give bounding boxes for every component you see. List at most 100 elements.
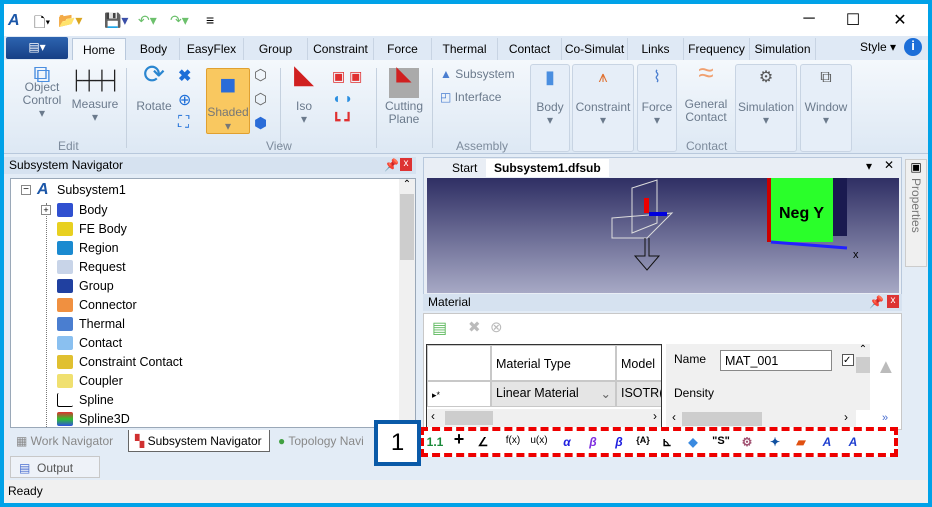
hidden-line-icon[interactable]: ⬡ [254,90,267,108]
tab-links[interactable]: Links [628,38,684,60]
close-doc-icon[interactable]: ✕ [884,158,894,172]
close-panel-icon[interactable]: x [887,295,899,308]
tab-easyflex[interactable]: EasyFlex [180,38,244,60]
new-file-icon[interactable]: 🗋▾ [34,12,50,36]
grid-hscrollbar[interactable]: ‹ › [427,409,661,427]
tool-plus-icon[interactable]: + [448,429,470,450]
scroll-thumb[interactable] [682,412,762,426]
tool-fx-icon[interactable]: f(x) [502,435,524,446]
iso-button[interactable]: ◣ Iso ▾ [288,61,320,126]
tab-frequency[interactable]: Frequency [684,38,750,60]
tab-simulation[interactable]: Simulation [750,38,816,60]
tool-beta-dot-icon[interactable]: β [582,435,604,449]
force-dropdown[interactable]: ⌇ Force ▾ [637,64,677,152]
tree-root-subsystem1[interactable]: Subsystem1 [57,183,126,197]
shaded-edges-icon[interactable]: ⬢ [254,114,267,132]
scroll-right-icon[interactable]: › [653,409,657,423]
tab-contact[interactable]: Contact [498,38,562,60]
customize-icon[interactable]: ≡ [206,12,214,28]
scroll-right-icon[interactable]: › [844,410,848,424]
info-icon[interactable]: i [904,38,922,56]
more-icon[interactable]: » [882,412,888,424]
tool-layers-icon[interactable]: ▰ [790,435,812,449]
column-header-model[interactable]: Model [616,345,661,381]
tool-matrix-icon[interactable]: {A} [632,435,654,445]
add-material-icon[interactable]: ▤ [432,318,447,338]
tab-list-icon[interactable]: ▾ [866,159,872,173]
tab-home[interactable]: Home [72,38,126,60]
collapse-icon[interactable]: − [21,185,31,195]
tab-group[interactable]: Group [244,38,308,60]
3d-viewport[interactable]: Neg Y x [427,178,899,293]
tree-scrollbar[interactable]: ⌃ [399,179,415,427]
move-up-icon[interactable]: ▲ [876,356,896,379]
tab-body[interactable]: Body [128,38,180,60]
pin-icon[interactable]: 📌 [869,295,884,309]
body-dropdown[interactable]: ▮ Body ▾ [530,64,570,152]
tab-start[interactable]: Start [444,160,485,176]
tab-co-simulation[interactable]: Co-Simulat [562,38,628,60]
tool-1-1-icon[interactable]: 1.1 [424,435,446,449]
output-tab[interactable]: ▤ Output [10,456,100,478]
measure-button[interactable]: ├┼┼┤ Measure ▾ [70,68,121,124]
name-input[interactable] [720,350,832,371]
checkbox[interactable]: ✓ [842,354,854,366]
wireframe-icon[interactable]: ⬡ [254,66,267,84]
pin-icon[interactable]: 📌 [384,158,399,172]
zoom-icon[interactable]: ⊕ [178,90,191,110]
object-control-button[interactable]: ⧉ Object Control ▾ [18,63,66,120]
fit-icon[interactable]: ✖ [178,66,191,86]
cutting-plane-button[interactable]: ◣ Cutting Plane [380,64,428,126]
view-front-icon[interactable]: ▣ ▣ [332,68,362,85]
tool-body-icon[interactable]: ✦ [764,435,786,449]
tab-subsystem-navigator[interactable]: ▚ Subsystem Navigator [128,430,270,452]
model-cell[interactable]: ISOTR( [616,381,661,407]
constraint-dropdown[interactable]: ⩚ Constraint ▾ [572,64,634,152]
scroll-thumb[interactable] [856,357,870,373]
column-header-material-type[interactable]: Material Type [491,345,616,381]
delete-icon[interactable]: ✖ [468,318,481,336]
close-button[interactable]: ✕ [885,10,915,30]
tool-angle-icon[interactable]: ∠ [472,435,494,449]
form-hscrollbar[interactable]: ‹ › [666,410,856,428]
tool-spline-icon[interactable]: ⊾ [656,435,678,449]
file-menu-button[interactable]: ▤▾ [6,37,68,59]
material-type-select[interactable]: Linear Material ⌄ [491,381,616,407]
tab-work-navigator[interactable]: ▦ Work Navigator [10,430,119,452]
scroll-up-icon[interactable]: ⌃ [399,179,415,190]
view-bottom-icon[interactable]: ┗ ┛ [332,112,353,129]
simulation-dropdown[interactable]: ⚙ Simulation ▾ [735,64,797,152]
general-contact-button[interactable]: ≈ General Contact [682,59,730,124]
expand-icon[interactable]: + [41,205,51,215]
tool-string-icon[interactable]: "S" [710,435,732,447]
tool-ux-icon[interactable]: u(x) [528,435,550,446]
tool-beta-icon[interactable]: β [608,435,630,449]
form-vscrollbar[interactable]: ⌃ [856,344,870,410]
tab-thermal[interactable]: Thermal [432,38,498,60]
tab-topology-navigator[interactable]: ● Topology Navi [272,430,370,452]
tool-a-red-icon[interactable]: A [816,435,838,449]
tool-settings-icon[interactable]: ⚙ [736,435,758,449]
style-menu[interactable]: Style ▾ [860,40,896,54]
clear-icon[interactable]: ⊗ [490,318,503,336]
undo-icon[interactable]: ↶▾ [138,12,157,29]
rotate-button[interactable]: ⟳ Rotate [134,61,174,113]
subsystem-button[interactable]: ▲ Subsystem [440,68,515,81]
save-icon[interactable]: 💾▾ [104,12,128,29]
scroll-left-icon[interactable]: ‹ [672,410,676,424]
tool-a-green-icon[interactable]: A [842,435,864,449]
open-folder-icon[interactable]: 📂▾ [58,12,82,29]
shaded-button[interactable]: ■ Shaded ▾ [206,68,250,134]
minimize-button[interactable]: ─ [794,10,824,28]
redo-icon[interactable]: ↷▾ [170,12,189,29]
scroll-thumb[interactable] [400,194,414,260]
tab-constraint[interactable]: Constraint [308,38,374,60]
scroll-up-icon[interactable]: ⌃ [856,344,870,355]
scroll-thumb[interactable] [445,411,493,425]
zoom-fit-icon[interactable]: ⛶ [178,114,189,132]
interface-button[interactable]: ◰ Interface [440,91,501,104]
tool-alpha-icon[interactable]: α [556,435,578,449]
scroll-left-icon[interactable]: ‹ [431,409,435,423]
tab-subsystem1-dfsub[interactable]: Subsystem1.dfsub [486,159,609,177]
properties-side-tab[interactable]: ▣ Properties [905,159,927,267]
